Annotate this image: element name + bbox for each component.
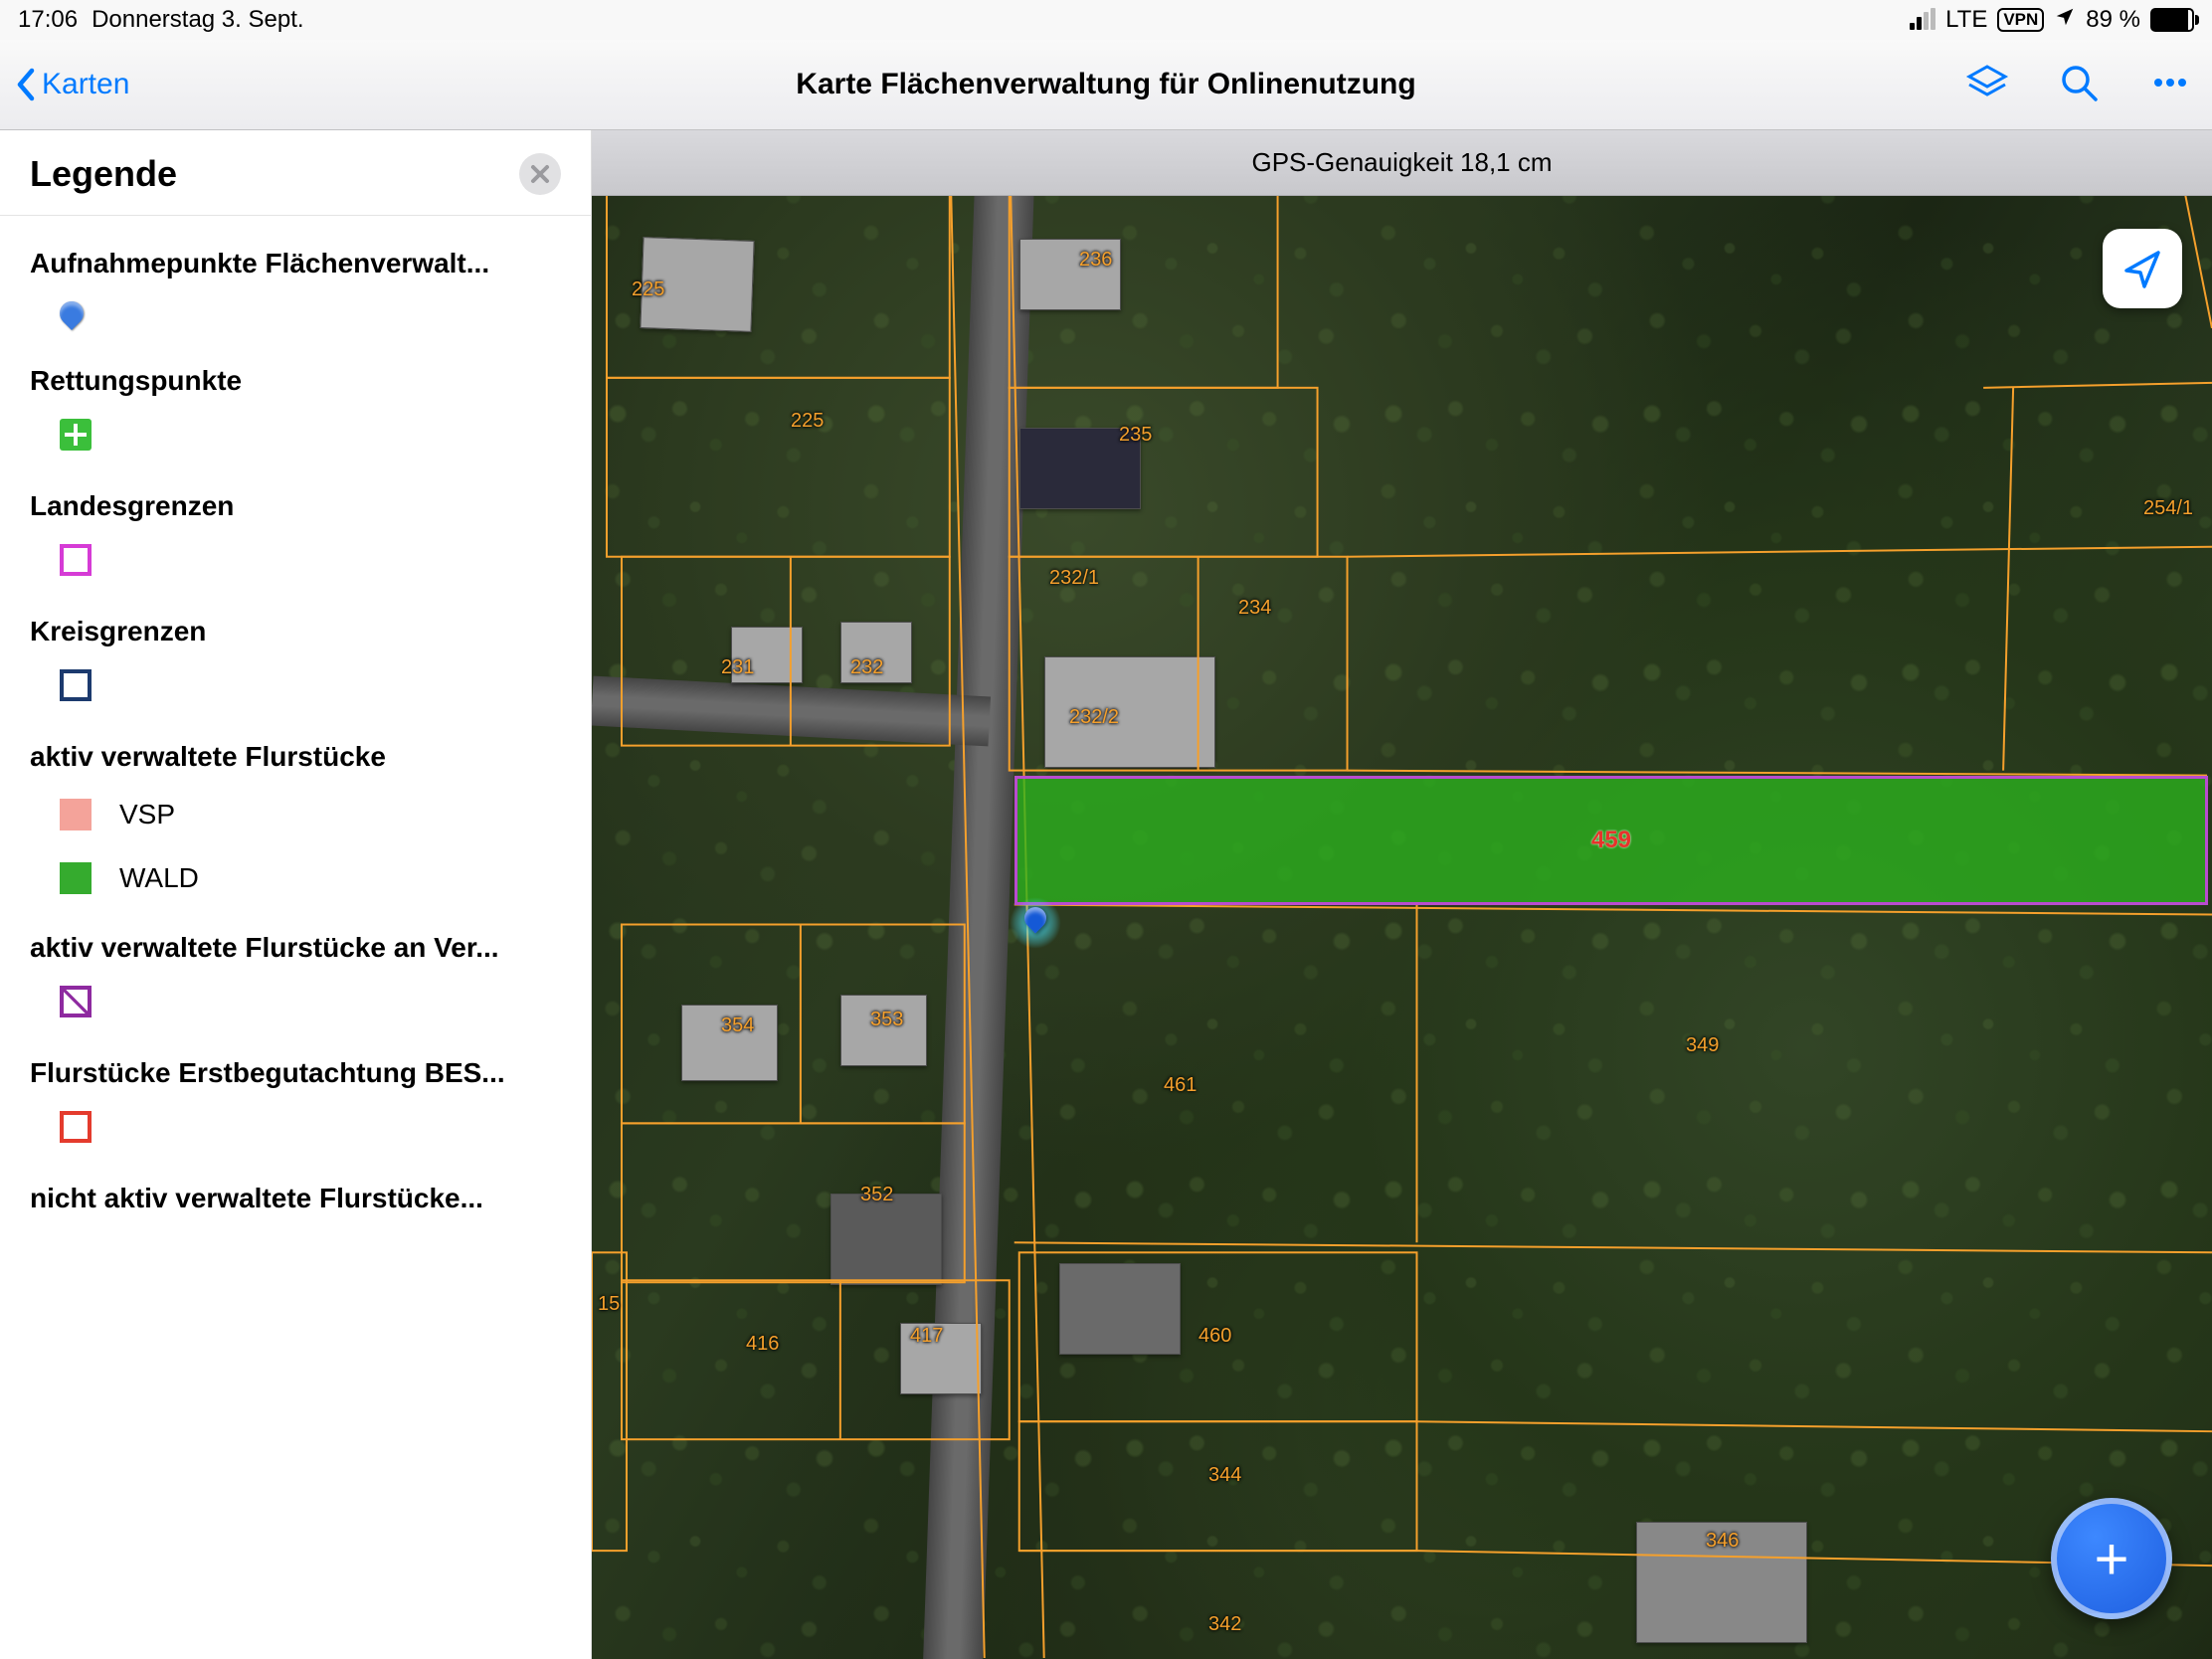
- battery-icon: [2150, 8, 2194, 32]
- selected-parcel-label: 459: [1591, 827, 1631, 854]
- status-network: LTE: [1945, 6, 1987, 34]
- chevron-left-icon: [14, 67, 38, 102]
- gps-accuracy-banner: GPS-Genauigkeit 18,1 cm: [592, 129, 2212, 196]
- locate-me-button[interactable]: [2103, 229, 2182, 308]
- more-button[interactable]: [2148, 61, 2192, 109]
- swatch-outline-red: [60, 1111, 92, 1143]
- parcel-label: 417: [910, 1325, 943, 1348]
- add-button[interactable]: +: [2051, 1498, 2172, 1619]
- parcel-label: 225: [791, 410, 824, 433]
- layers-button[interactable]: [1965, 61, 2009, 109]
- legend-section: aktiv verwaltete Flurstücke: [0, 719, 591, 783]
- parcel-label: 232/1: [1049, 567, 1099, 590]
- parcel-label: 235: [1119, 424, 1152, 447]
- parcel-label: 15: [598, 1293, 620, 1316]
- parcel-label: 416: [746, 1333, 779, 1356]
- pin-icon: [55, 296, 89, 330]
- back-label: Karten: [42, 68, 129, 101]
- more-icon: [2148, 61, 2192, 104]
- legend-section: Aufnahmepunkte Flächenverwalt...: [0, 226, 591, 289]
- status-date: Donnerstag 3. Sept.: [92, 6, 303, 34]
- medical-cross-icon: [60, 419, 92, 451]
- swatch-outline-navy: [60, 669, 92, 701]
- search-icon: [2057, 61, 2101, 104]
- parcel-label: 461: [1164, 1074, 1197, 1097]
- parcel-label: 352: [860, 1184, 893, 1206]
- swatch-outline-magenta: [60, 544, 92, 576]
- status-battery-pct: 89 %: [2086, 6, 2140, 34]
- parcel-label: 234: [1238, 597, 1271, 620]
- close-legend-button[interactable]: [519, 153, 561, 195]
- status-bar: 17:06 Donnerstag 3. Sept. LTE VPN 89 %: [0, 0, 2212, 40]
- parcel-label: 236: [1079, 249, 1112, 272]
- location-pin[interactable]: [1015, 903, 1055, 943]
- battery-fill: [2152, 10, 2188, 30]
- parcel-label: 232/2: [1069, 706, 1119, 729]
- parcel-label: 225: [632, 278, 664, 301]
- vpn-badge: VPN: [1997, 8, 2044, 32]
- parcel-label: 460: [1198, 1325, 1231, 1348]
- parcel-label: 346: [1706, 1530, 1739, 1553]
- swatch-fill-green: [60, 862, 92, 894]
- parcel-label: 254/1: [2143, 497, 2193, 520]
- parcel-label: 231: [721, 656, 754, 679]
- parcel-label: 232: [850, 656, 883, 679]
- back-button[interactable]: Karten: [0, 67, 129, 102]
- legend-section: nicht aktiv verwaltete Flurstücke...: [0, 1161, 591, 1224]
- gps-accuracy-text: GPS-Genauigkeit 18,1 cm: [1251, 147, 1552, 178]
- legend-section: aktiv verwaltete Flurstücke an Ver...: [0, 910, 591, 974]
- location-services-icon: [2054, 6, 2076, 35]
- page-title: Karte Flächenverwaltung für Onlinenutzun…: [0, 68, 2212, 101]
- close-icon: [530, 164, 550, 184]
- legend-sub-item: WALD: [0, 846, 591, 910]
- legend-sub-label: VSP: [119, 799, 175, 830]
- parcel-label: 354: [721, 1014, 754, 1037]
- parcel-label: 353: [870, 1009, 903, 1031]
- legend-title: Legende: [30, 153, 177, 195]
- map-canvas[interactable]: 459 472236225225235232/1234254/123123223…: [592, 129, 2212, 1659]
- swatch-hatch-purple: [60, 986, 92, 1017]
- legend-section: Landesgrenzen: [0, 468, 591, 532]
- legend-section: Rettungspunkte: [0, 343, 591, 407]
- parcel-label: 344: [1208, 1464, 1241, 1487]
- nav-bar: Karten Karte Flächenverwaltung für Onlin…: [0, 40, 2212, 130]
- legend-sub-label: WALD: [119, 862, 199, 894]
- signal-icon: [1910, 10, 1936, 30]
- legend-panel: Legende Aufnahmepunkte Flächenverwalt...…: [0, 129, 592, 1659]
- status-time: 17:06: [18, 6, 78, 34]
- legend-section: Kreisgrenzen: [0, 594, 591, 657]
- swatch-fill-pink: [60, 799, 92, 830]
- selected-parcel[interactable]: 459: [1014, 776, 2208, 905]
- search-button[interactable]: [2057, 61, 2101, 109]
- legend-sub-item: VSP: [0, 783, 591, 846]
- parcel-label: 342: [1208, 1613, 1241, 1636]
- layers-icon: [1965, 61, 2009, 104]
- legend-body[interactable]: Aufnahmepunkte Flächenverwalt... Rettung…: [0, 216, 591, 1659]
- location-arrow-icon: [2120, 247, 2164, 290]
- legend-section: Flurstücke Erstbegutachtung BES...: [0, 1035, 591, 1099]
- parcel-label: 349: [1686, 1034, 1719, 1057]
- plus-icon: +: [2094, 1525, 2128, 1593]
